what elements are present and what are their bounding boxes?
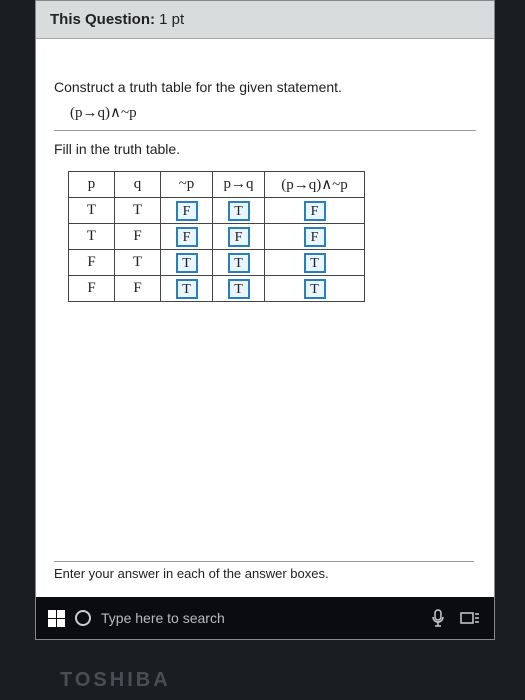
question-content: Construct a truth table for the given st… — [36, 39, 494, 312]
cell-p: T — [69, 198, 115, 224]
table-row: T F F F F — [69, 224, 365, 250]
question-header: This Question: 1 pt — [36, 1, 494, 39]
taskbar-search[interactable]: Type here to search — [75, 610, 430, 626]
instruction-construct: Construct a truth table for the given st… — [54, 79, 476, 95]
laptop-brand: TOSHIBA — [60, 669, 171, 692]
expression: (p→q)∧~p — [70, 103, 476, 122]
footer-note: Enter your answer in each of the answer … — [54, 561, 474, 581]
instruction-fill: Fill in the truth table. — [54, 141, 476, 157]
answer-impl[interactable]: T — [228, 279, 250, 299]
cell-q: F — [115, 224, 161, 250]
answer-impl[interactable]: F — [228, 227, 250, 247]
col-q: q — [115, 172, 161, 198]
col-p: p — [69, 172, 115, 198]
windows-start-icon[interactable] — [48, 610, 65, 627]
answer-result[interactable]: F — [304, 227, 326, 247]
cell-p: T — [69, 224, 115, 250]
separator — [54, 130, 476, 131]
task-view-icon[interactable] — [460, 610, 480, 626]
answer-impl[interactable]: T — [228, 201, 250, 221]
cell-q: T — [115, 250, 161, 276]
cortana-circle-icon — [75, 610, 91, 626]
app-window: This Question: 1 pt Construct a truth ta… — [35, 0, 495, 640]
header-points: 1 pt — [159, 11, 184, 28]
cell-q: T — [115, 198, 161, 224]
answer-notp[interactable]: F — [176, 201, 198, 221]
answer-notp[interactable]: T — [176, 279, 198, 299]
answer-notp[interactable]: T — [176, 253, 198, 273]
table-row: T T F T F — [69, 198, 365, 224]
col-result: (p→q)∧~p — [265, 172, 365, 198]
answer-notp[interactable]: F — [176, 227, 198, 247]
truth-table: p q ~p p→q (p→q)∧~p T T F T F T F F — [68, 171, 365, 302]
cell-p: F — [69, 250, 115, 276]
table-row: F F T T T — [69, 276, 365, 302]
microphone-icon[interactable] — [430, 609, 446, 627]
answer-result[interactable]: T — [304, 279, 326, 299]
answer-impl[interactable]: T — [228, 253, 250, 273]
table-header-row: p q ~p p→q (p→q)∧~p — [69, 172, 365, 198]
windows-taskbar: Type here to search — [36, 597, 494, 639]
col-notp: ~p — [161, 172, 213, 198]
search-placeholder: Type here to search — [101, 610, 225, 626]
answer-result[interactable]: T — [304, 253, 326, 273]
col-impl: p→q — [213, 172, 265, 198]
header-label: This Question: — [50, 11, 155, 28]
cell-p: F — [69, 276, 115, 302]
cell-q: F — [115, 276, 161, 302]
table-row: F T T T T — [69, 250, 365, 276]
system-tray — [430, 609, 480, 627]
answer-result[interactable]: F — [304, 201, 326, 221]
